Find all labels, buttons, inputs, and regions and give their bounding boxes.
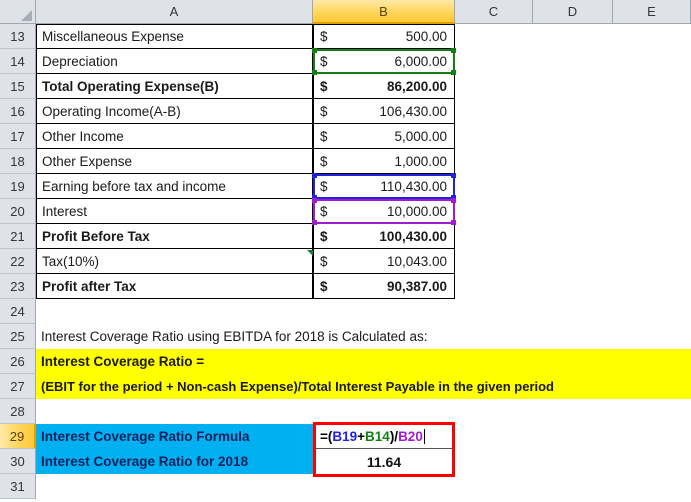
currency-symbol: $ [320,29,328,44]
row-header-24[interactable]: 24 [0,299,36,324]
row-header-16[interactable]: 16 [0,99,36,124]
cell-a23[interactable]: Profit after Tax [36,274,313,299]
cell-b20[interactable]: $ 10,000.00 [313,199,455,224]
cell-b23[interactable]: $ 90,387.00 [313,274,455,299]
row-header-21[interactable]: 21 [0,224,36,249]
row-header-18[interactable]: 18 [0,149,36,174]
column-header-row: A B C D E [0,0,691,24]
column-header-a[interactable]: A [36,0,313,24]
cell-value: 86,200.00 [386,78,447,94]
currency-symbol: $ [320,278,328,294]
row-header-23[interactable]: 23 [0,274,36,299]
cell-b30-result[interactable]: 11.64 [316,450,452,474]
cell-b14[interactable]: $ 6,000.00 [313,49,455,74]
currency-symbol: $ [320,103,328,119]
cell-value: 6,000.00 [394,53,447,69]
cell-a22[interactable]: Tax(10%) [36,249,313,274]
row-header-19[interactable]: 19 [0,174,36,199]
formula-token-0: =( [320,429,333,444]
currency-symbol: $ [320,178,328,194]
row-header-15[interactable]: 15 [0,74,36,99]
cell-b29-formula-editor[interactable]: =(B19 + B14)/B20 [316,425,452,449]
cell-value: 1,000.00 [394,153,447,169]
cell-b18[interactable]: $ 1,000.00 [313,149,455,174]
currency-symbol: $ [320,203,328,219]
cell-b17[interactable]: $ 5,000.00 [313,124,455,149]
currency-symbol: $ [320,153,328,169]
formula-token-3: B14 [365,429,390,444]
formula-token-5: B20 [398,429,423,444]
select-all-corner[interactable] [0,0,36,24]
cell-b15[interactable]: $ 86,200.00 [313,74,455,99]
row-header-26[interactable]: 26 [0,349,36,374]
column-header-c[interactable]: C [455,0,533,24]
cell-value: 10,043.00 [386,253,447,269]
cell-value: 5,000.00 [394,128,447,144]
cell-a25-note[interactable]: Interest Coverage Ratio using EBITDA for… [36,324,691,349]
cell-b16[interactable]: $ 106,430.00 [313,99,455,124]
cell-b19[interactable]: $ 110,430.00 [313,174,455,199]
cell-b13[interactable]: $ 500.00 [313,24,455,49]
cell-a14[interactable]: Depreciation [36,49,313,74]
cell-a26-note[interactable]: Interest Coverage Ratio = [36,349,691,374]
column-header-e[interactable]: E [613,0,691,24]
cell-value: 10,000.00 [386,203,447,219]
row-header-17[interactable]: 17 [0,124,36,149]
cell-a15[interactable]: Total Operating Expense(B) [36,74,313,99]
cell-a13[interactable]: Miscellaneous Expense [36,24,313,49]
formula-token-4: )/ [389,429,399,444]
cell-value: 106,430.00 [379,103,447,119]
row-header-20[interactable]: 20 [0,199,36,224]
cell-value: 100,430.00 [379,228,447,244]
spreadsheet-grid[interactable]: A B C D E 13 14 15 16 17 18 19 20 21 22 … [0,0,691,502]
cell-a17[interactable]: Other Income [36,124,313,149]
cell-a30-result-label[interactable]: Interest Coverage Ratio for 2018 [36,449,313,474]
formula-token-1: B19 [332,429,358,444]
cell-b22[interactable]: $ 10,043.00 [313,249,455,274]
row-header-22[interactable]: 22 [0,249,36,274]
cell-a20[interactable]: Interest [36,199,313,224]
select-all-triangle-icon [21,10,32,21]
cell-a18[interactable]: Other Expense [36,149,313,174]
cell-b21[interactable]: $ 100,430.00 [313,224,455,249]
row-header-30[interactable]: 30 [0,449,36,474]
currency-symbol: $ [320,128,328,144]
column-header-b[interactable]: B [313,0,455,24]
cell-a16[interactable]: Operating Income(A-B) [36,99,313,124]
cell-value: 110,430.00 [380,178,447,194]
formula-token-2: + [357,429,366,444]
cell-a21[interactable]: Profit Before Tax [36,224,313,249]
row-header-14[interactable]: 14 [0,49,36,74]
currency-symbol: $ [320,78,328,94]
row-header-25[interactable]: 25 [0,324,36,349]
cell-a29-formula-label[interactable]: Interest Coverage Ratio Formula [36,424,313,449]
currency-symbol: $ [320,228,328,244]
currency-symbol: $ [320,253,328,269]
column-header-d[interactable]: D [533,0,613,24]
text-caret [423,429,425,444]
row-header-27[interactable]: 27 [0,374,36,399]
cell-value: 90,387.00 [386,278,447,294]
cell-a19[interactable]: Earning before tax and income [36,174,313,199]
row-header-31[interactable]: 31 [0,474,36,499]
cell-value: 500.00 [405,29,447,44]
cell-a27-note[interactable]: (EBIT for the period + Non-cash Expense)… [36,374,691,399]
row-header-28[interactable]: 28 [0,399,36,424]
currency-symbol: $ [320,53,328,69]
row-header-13[interactable]: 13 [0,24,36,49]
row-header-29[interactable]: 29 [0,424,36,449]
